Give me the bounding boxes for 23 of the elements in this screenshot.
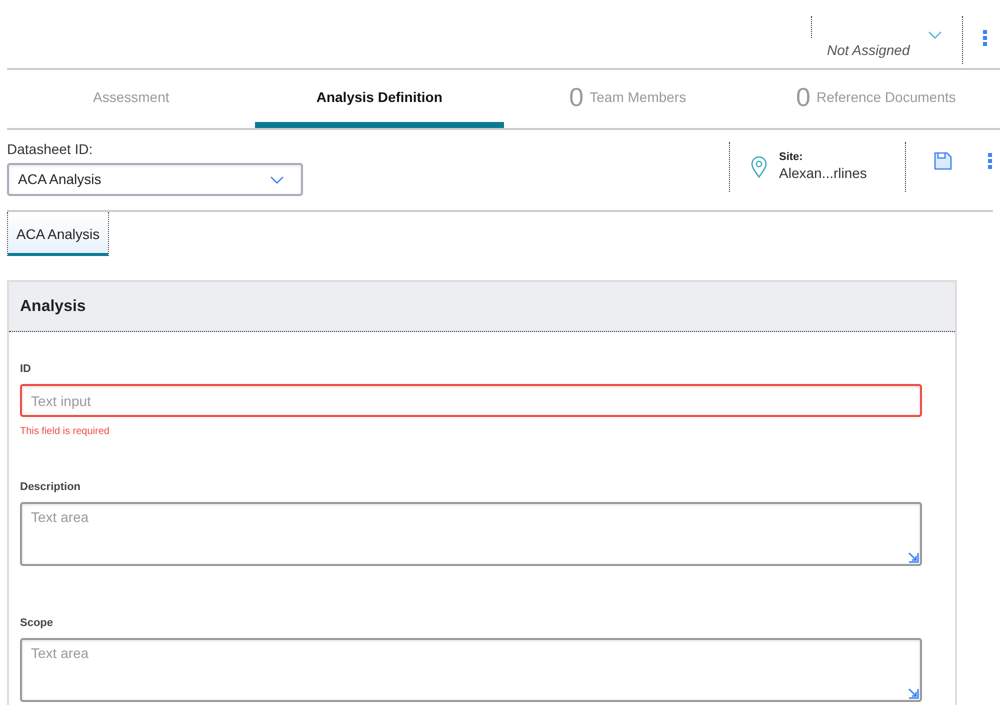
location-pin-icon: [751, 156, 767, 178]
site-value: Alexan...rlines: [779, 165, 867, 183]
text-input-field[interactable]: Text input: [20, 384, 922, 417]
text-area-field[interactable]: Text area: [20, 638, 922, 702]
resize-handle-icon[interactable]: [908, 552, 919, 563]
subtab[interactable]: ACA Analysis: [7, 212, 109, 256]
datasheet-label: Datasheet ID:: [7, 140, 94, 158]
tab[interactable]: Analysis Definition: [255, 70, 504, 128]
assignee-dropdown[interactable]: Not Assigned: [812, 0, 962, 60]
site-label: Site:: [779, 151, 804, 166]
resize-handle-icon[interactable]: [908, 688, 919, 699]
section-title: Analysis: [20, 296, 86, 316]
more-options-icon[interactable]: [982, 29, 988, 47]
datasheet-dropdown[interactable]: ACA Analysis: [7, 163, 303, 196]
field-label: Scope: [20, 616, 54, 630]
field-label: ID: [20, 362, 32, 376]
more-options-icon[interactable]: [987, 152, 993, 170]
chevron-down-icon: [928, 31, 942, 39]
chevron-down-icon: [270, 176, 284, 184]
text-area-field[interactable]: Text area: [20, 502, 922, 566]
field-label: Description: [20, 480, 82, 494]
error-message: This field is required: [20, 426, 110, 438]
save-icon[interactable]: [934, 152, 952, 170]
